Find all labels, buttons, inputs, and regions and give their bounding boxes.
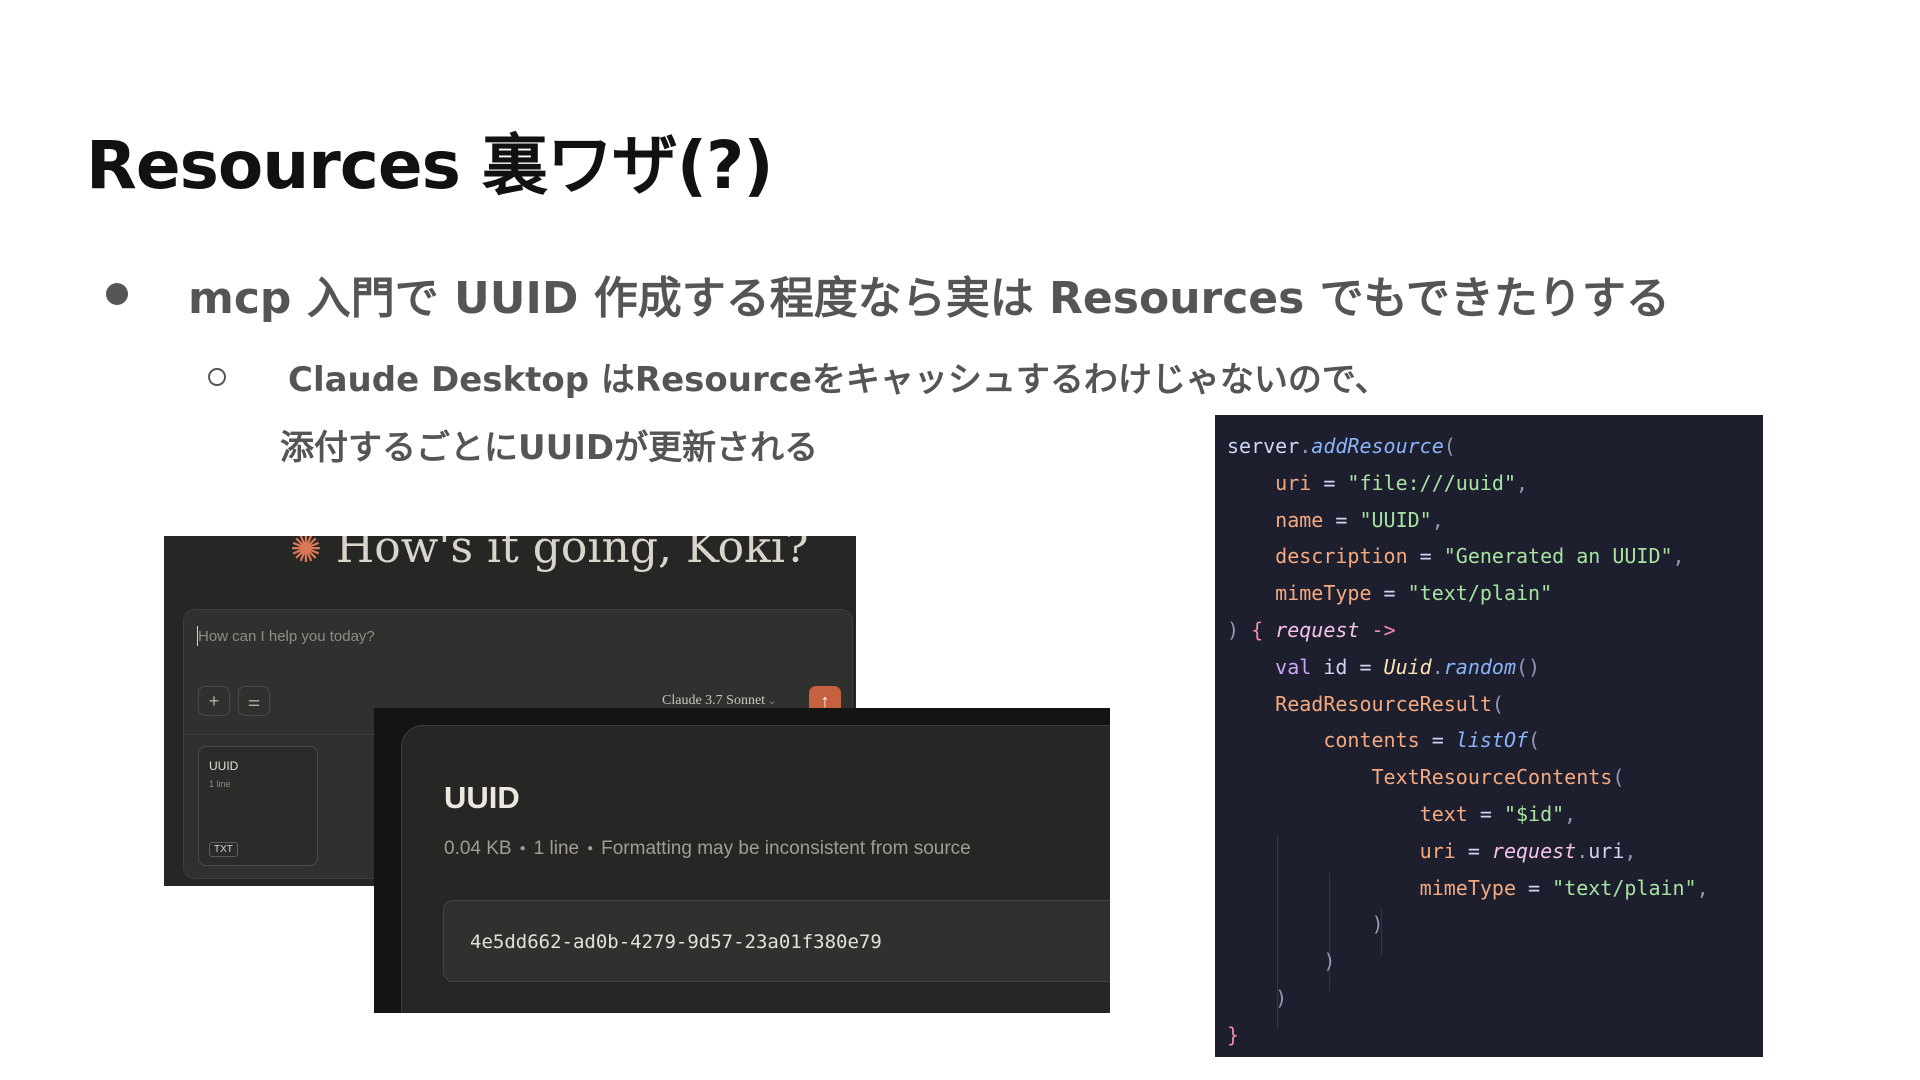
code-line: uri = request.uri, (1419, 838, 1637, 863)
code-line: contents = listOf( (1323, 728, 1541, 753)
preview-size: 0.04 KB (444, 838, 512, 859)
code-editor-screenshot: server.addResource( uri = "file:///uuid"… (1215, 415, 1763, 1057)
preview-meta: 0.04 KB ● 1 line ● Formatting may be inconsi… (444, 838, 971, 860)
attachment-type-badge: TXT (209, 842, 238, 857)
code-block: server.addResource( uri = "file:///uuid"… (1227, 428, 1709, 1054)
code-line: name = "UUID", (1275, 507, 1444, 532)
preview-note: Formatting may be inconsistent from sour… (601, 838, 971, 859)
bullet-circle-icon (208, 367, 226, 386)
separator-dot-icon: ● (519, 843, 526, 855)
slide-title: Resources 裏ワザ(?) (86, 127, 774, 204)
code-token: ( (1443, 434, 1456, 458)
code-token: request (1275, 617, 1360, 642)
code-token: val (1275, 654, 1312, 679)
preview-lines: 1 line (533, 838, 580, 859)
code-token: uri (1588, 838, 1625, 863)
code-token: name (1275, 507, 1324, 532)
code-line: ) { request -> (1227, 617, 1396, 642)
code-token: "$id" (1503, 801, 1565, 826)
code-token: TextResourceContents (1371, 765, 1613, 790)
preview-title: UUID (444, 780, 520, 815)
bullet-dot-icon (106, 283, 128, 305)
code-token: description (1275, 544, 1408, 569)
bullet-1: mcp 入門で UUID 作成する程度なら実は Resources でもできたり… (106, 262, 1670, 326)
attachment-meta: 1 line (209, 779, 231, 789)
model-label: Claude 3.7 Sonnet (662, 693, 766, 708)
code-token: . (1299, 434, 1312, 458)
code-token: listOf (1455, 728, 1529, 753)
code-line: TextResourceContents( (1371, 765, 1625, 790)
bullet-2-text-line2: 添付するごとにUUIDが更新される (280, 428, 819, 468)
code-token: "text/plain" (1407, 581, 1553, 606)
code-line: description = "Generated an UUID", (1275, 544, 1685, 569)
greeting: ✺ How's it going, Koki? (290, 536, 808, 573)
code-token: request (1491, 838, 1577, 863)
code-token: "Generated an UUID" (1443, 544, 1673, 569)
uuid-value: 4e5dd662-ad0b-4279-9d57-23a01f380e79 (470, 931, 882, 953)
code-token: random (1443, 654, 1517, 679)
code-line: ) (1275, 985, 1288, 1010)
code-line: server.addResource( (1227, 434, 1456, 458)
code-token: text (1419, 801, 1468, 826)
uuid-preview-screenshot: UUID 0.04 KB ● 1 line ● Formatting may be in… (374, 708, 1110, 1013)
code-token: server (1227, 434, 1300, 458)
attachment-name: UUID (209, 759, 239, 773)
chevron-down-icon: ⌄ (768, 696, 777, 707)
add-attachment-button[interactable]: + (198, 686, 230, 716)
code-token: addResource (1311, 434, 1444, 458)
claude-spark-icon: ✺ (290, 536, 322, 571)
code-token: uri (1275, 470, 1312, 495)
code-token: "UUID" (1359, 507, 1432, 532)
code-line: mimeType = "text/plain", (1419, 875, 1709, 900)
code-line: uri = "file:///uuid", (1275, 470, 1529, 495)
tools-sliders-button[interactable]: ⚌ (238, 686, 270, 716)
chat-input-placeholder[interactable]: How can I help you today? (198, 628, 375, 645)
code-line: text = "$id", (1419, 801, 1577, 826)
code-token: contents (1323, 728, 1420, 753)
code-line: val id = Uuid.random() (1275, 654, 1541, 679)
attachment-card[interactable]: UUID 1 line TXT (198, 746, 318, 866)
bullet-2: Claude Desktop はResourceをキャッシュするわけじゃないので… (208, 352, 1389, 401)
code-line: } (1227, 1022, 1240, 1047)
code-token: uri (1419, 838, 1456, 863)
code-token: Uuid (1383, 654, 1432, 679)
bullet-1-text: mcp 入門で UUID 作成する程度なら実は Resources でもできたり… (188, 273, 1670, 324)
code-line: ReadResourceResult( (1275, 691, 1504, 716)
preview-panel: UUID 0.04 KB ● 1 line ● Formatting may be in… (401, 725, 1110, 1013)
code-token: "file:///uuid" (1347, 470, 1516, 495)
model-selector[interactable]: Claude 3.7 Sonnet ⌄ (662, 693, 776, 709)
code-token: "text/plain" (1552, 875, 1697, 900)
code-line: mimeType = "text/plain" (1275, 581, 1553, 606)
code-line: ) (1323, 949, 1336, 974)
separator-dot-icon: ● (587, 843, 594, 855)
bullet-2-text-line1: Claude Desktop はResourceをキャッシュするわけじゃないので… (288, 360, 1389, 400)
code-token: ReadResourceResult (1275, 691, 1492, 716)
code-line: ) (1371, 912, 1384, 937)
preview-content-box: 4e5dd662-ad0b-4279-9d57-23a01f380e79 (443, 900, 1110, 982)
greeting-text: How's it going, Koki? (335, 536, 809, 573)
code-token: mimeType (1275, 581, 1372, 606)
code-token: mimeType (1419, 875, 1516, 900)
